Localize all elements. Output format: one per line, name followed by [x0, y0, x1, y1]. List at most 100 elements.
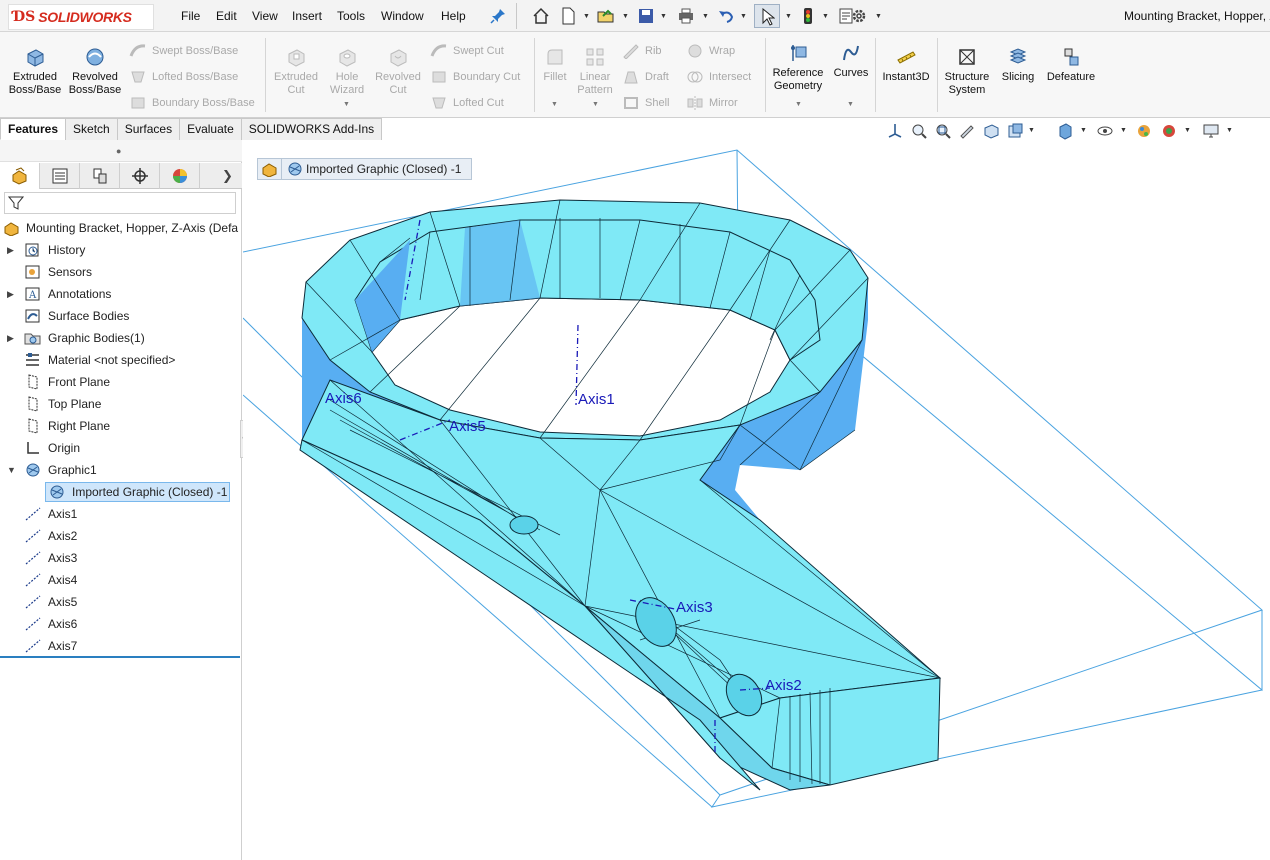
options-dropdown-icon[interactable]: ▼	[875, 13, 882, 20]
zoom-to-fit-icon[interactable]	[910, 122, 928, 140]
rebuild-dropdown-icon[interactable]: ▼	[822, 13, 829, 20]
tree-item-graphic-bodies[interactable]: ▶ Graphic Bodies(1)	[0, 328, 242, 348]
scene-dropdown-icon[interactable]: ▼	[1184, 127, 1191, 134]
menu-help[interactable]: Help	[441, 9, 466, 23]
pin-icon[interactable]	[489, 7, 507, 25]
intersect-button[interactable]: Intersect	[686, 69, 751, 85]
open-dropdown-icon[interactable]: ▼	[622, 13, 629, 20]
open-folder-icon[interactable]	[597, 7, 615, 25]
tree-item-axis4[interactable]: Axis4	[0, 570, 242, 590]
menu-window[interactable]: Window	[381, 9, 424, 23]
undo-dropdown-icon[interactable]: ▼	[740, 13, 747, 20]
expand-arrow-icon[interactable]: ▼	[7, 465, 16, 475]
pattern-dropdown-icon[interactable]: ▼	[592, 101, 599, 108]
axis3-label[interactable]: Axis3	[676, 599, 713, 616]
save-icon[interactable]	[637, 7, 655, 25]
boundary-cut-button[interactable]: Boundary Cut	[430, 69, 520, 85]
shell-button[interactable]: Shell	[622, 95, 669, 111]
expand-arrow-icon[interactable]: ▶	[7, 333, 14, 344]
reference-geometry-dropdown-icon[interactable]: ▼	[795, 101, 802, 108]
lofted-boss-button[interactable]: Lofted Boss/Base	[129, 69, 238, 85]
fillet-button[interactable]: Fillet	[538, 46, 572, 84]
new-document-icon[interactable]	[559, 7, 577, 25]
tab-evaluate[interactable]: Evaluate	[179, 118, 242, 140]
defeature-button[interactable]: Defeature	[1042, 46, 1100, 84]
rib-button[interactable]: Rib	[622, 43, 662, 59]
zoom-to-area-icon[interactable]	[934, 122, 952, 140]
linear-pattern-button[interactable]: Linear Pattern	[572, 46, 618, 97]
tree-item-imported-graphic[interactable]: Imported Graphic (Closed) -1	[0, 482, 242, 502]
print-dropdown-icon[interactable]: ▼	[702, 13, 709, 20]
hide-show-items-icon[interactable]	[1096, 122, 1114, 140]
tree-item-axis5[interactable]: Axis5	[0, 592, 242, 612]
options-gear-icon[interactable]	[850, 7, 868, 25]
lofted-cut-button[interactable]: Lofted Cut	[430, 95, 504, 111]
display-style-dropdown-icon[interactable]: ▼	[1080, 127, 1087, 134]
breadcrumb-imported-graphic[interactable]: Imported Graphic (Closed) -1	[281, 158, 473, 180]
section-view-icon[interactable]	[982, 122, 1000, 140]
tab-displaymanager[interactable]	[160, 163, 200, 189]
tree-item-material[interactable]: Material <not specified>	[0, 350, 242, 370]
hole-wizard-dropdown-icon[interactable]: ▼	[343, 101, 350, 108]
mirror-button[interactable]: Mirror	[686, 95, 738, 111]
tree-item-sensors[interactable]: Sensors	[0, 262, 242, 282]
axis2-label[interactable]: Axis2	[765, 677, 802, 694]
imported-graphic-body[interactable]	[299, 199, 942, 791]
wrap-button[interactable]: Wrap	[686, 43, 735, 59]
expand-arrow-icon[interactable]: ▶	[7, 245, 14, 256]
solidworks-logo[interactable]: ƊS SOLIDWORKS	[8, 4, 154, 30]
tab-propertymanager[interactable]	[40, 163, 80, 189]
tree-item-surface-bodies[interactable]: Surface Bodies	[0, 306, 242, 326]
revolved-cut-button[interactable]: Revolved Cut	[372, 46, 424, 97]
save-dropdown-icon[interactable]: ▼	[660, 13, 667, 20]
previous-view-icon[interactable]	[958, 122, 976, 140]
edit-appearance-icon[interactable]	[1136, 122, 1154, 140]
swept-boss-button[interactable]: Swept Boss/Base	[129, 43, 238, 59]
fillet-dropdown-icon[interactable]: ▼	[551, 101, 558, 108]
graphics-area[interactable]: Axis1 Axis2 Axis3 Axis5 Axis6 Imported G…	[243, 140, 1270, 860]
panel-grip[interactable]: ●	[0, 140, 242, 162]
tree-item-axis6[interactable]: Axis6	[0, 614, 242, 634]
tree-item-axis3[interactable]: Axis3	[0, 548, 242, 568]
axis6-label[interactable]: Axis6	[325, 390, 362, 407]
axis1-label[interactable]: Axis1	[578, 391, 615, 408]
tree-item-top-plane[interactable]: Top Plane	[0, 394, 242, 414]
menu-tools[interactable]: Tools	[337, 9, 365, 23]
expand-arrow-icon[interactable]: ▶	[7, 289, 14, 300]
tree-item-annotations[interactable]: ▶ A Annotations	[0, 284, 242, 304]
tree-item-front-plane[interactable]: Front Plane	[0, 372, 242, 392]
tree-item-axis2[interactable]: Axis2	[0, 526, 242, 546]
instant3d-button[interactable]: Instant3D	[878, 46, 934, 84]
hole-wizard-button[interactable]: Hole Wizard	[322, 46, 372, 97]
tab-surfaces[interactable]: Surfaces	[116, 118, 181, 140]
tab-featuremanager[interactable]	[0, 163, 40, 189]
axis5-label[interactable]: Axis5	[449, 418, 486, 435]
swept-cut-button[interactable]: Swept Cut	[430, 43, 504, 59]
tab-configurationmanager[interactable]	[80, 163, 120, 189]
curves-button[interactable]: Curves	[830, 42, 872, 80]
structure-system-button[interactable]: Structure System	[940, 46, 994, 97]
tree-item-axis7[interactable]: Axis7	[0, 636, 242, 656]
menu-file[interactable]: File	[181, 9, 200, 23]
breadcrumb-part[interactable]	[257, 158, 281, 180]
tab-addins[interactable]: SOLIDWORKS Add-Ins	[240, 118, 383, 140]
dynamic-annotation-icon[interactable]	[1006, 122, 1024, 140]
rebuild-traffic-light-icon[interactable]	[799, 7, 817, 25]
print-icon[interactable]	[677, 7, 695, 25]
tree-item-history[interactable]: ▶ History	[0, 240, 242, 260]
tab-features[interactable]: Features	[0, 118, 67, 140]
select-dropdown-icon[interactable]: ▼	[785, 13, 792, 20]
feature-filter[interactable]	[4, 192, 236, 214]
view-orientation-icon[interactable]	[886, 122, 904, 140]
reference-geometry-button[interactable]: Reference Geometry	[768, 42, 828, 93]
view-settings-dropdown-icon[interactable]: ▼	[1226, 127, 1233, 134]
slicing-button[interactable]: Slicing	[996, 46, 1040, 84]
boundary-boss-button[interactable]: Boundary Boss/Base	[129, 95, 255, 111]
curves-dropdown-icon[interactable]: ▼	[847, 101, 854, 108]
panel-more-arrow-icon[interactable]: ❯	[222, 168, 233, 184]
tab-dimxpertmanager[interactable]	[120, 163, 160, 189]
extruded-boss-button[interactable]: Extruded Boss/Base	[4, 46, 66, 97]
new-dropdown-icon[interactable]: ▼	[583, 13, 590, 20]
tree-item-axis1[interactable]: Axis1	[0, 504, 242, 524]
menu-edit[interactable]: Edit	[216, 9, 237, 23]
